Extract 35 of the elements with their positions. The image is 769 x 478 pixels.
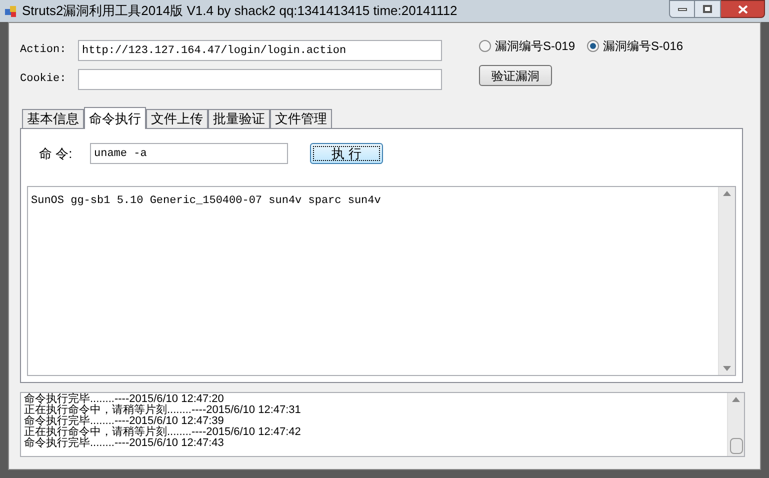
scroll-up-icon[interactable] [732, 397, 740, 402]
close-button[interactable] [721, 0, 765, 18]
tab[interactable]: 文件上传 [146, 109, 208, 128]
radio-option[interactable]: 漏洞编号S-019 [479, 37, 576, 55]
output-text: SunOS gg-sb1 5.10 Generic_150400-07 sun4v sparc sun4v [31, 195, 381, 207]
output-area[interactable]: SunOS gg-sb1 5.10 Generic_150400-07 sun4v sparc sun4v [27, 186, 736, 376]
close-icon [738, 4, 748, 14]
verify-button[interactable]: 验证漏洞 [479, 65, 552, 86]
cookie-label: Cookie: [20, 72, 68, 88]
action-field[interactable]: http://123.127.164.47/login/login.action [78, 40, 442, 61]
log-line: 命令执行完毕........----2015/6/10 12:47:20 [24, 394, 225, 405]
tab[interactable]: 基本信息 [22, 109, 84, 128]
log-line: 命令执行完毕........----2015/6/10 12:47:39 [24, 416, 225, 427]
command-label: 命 令: [39, 144, 74, 163]
scroll-up-icon[interactable] [723, 191, 731, 196]
log-area[interactable]: 命令执行完毕........----2015/6/10 12:47:20 正在执行命令中，请稍等片刻........----2015/6/10 12:47:31 命令执行完毕........----2015/6/10 12:47:39 正在执行命令中，请稍等片刻........----2015/6/10 12:47:42 命令执行完毕........----2015/6/10 12:47:43 [20, 392, 745, 457]
execute-button[interactable]: 执 行 [310, 143, 383, 164]
scrollbar[interactable] [727, 393, 744, 456]
action-label: Action: [20, 43, 68, 58]
maximize-button[interactable] [695, 0, 721, 18]
cookie-field[interactable] [78, 69, 442, 90]
tab[interactable]: 文件管理 [270, 109, 332, 128]
log-line: 正在执行命令中，请稍等片刻........----2015/6/10 12:47:31 [24, 405, 302, 416]
app-icon [4, 4, 18, 18]
command-field[interactable]: uname -a [90, 143, 288, 164]
log-line: 正在执行命令中，请稍等片刻........----2015/6/10 12:47:42 [24, 427, 302, 438]
window-title: Struts2漏洞利用工具2014版 V1.4 by shack2 qq:1341413415 time:20141112 [22, 2, 458, 20]
minimize-button[interactable] [669, 0, 695, 18]
scroll-down-icon[interactable] [723, 366, 731, 371]
log-line: 命令执行完毕........----2015/6/10 12:47:43 [24, 438, 225, 449]
scroll-thumb[interactable] [730, 438, 743, 454]
scrollbar[interactable] [718, 187, 735, 375]
tab[interactable]: 批量验证 [208, 109, 270, 128]
radio-option[interactable]: 漏洞编号S-016 [587, 37, 684, 55]
tab[interactable]: 命令执行 [84, 107, 146, 129]
